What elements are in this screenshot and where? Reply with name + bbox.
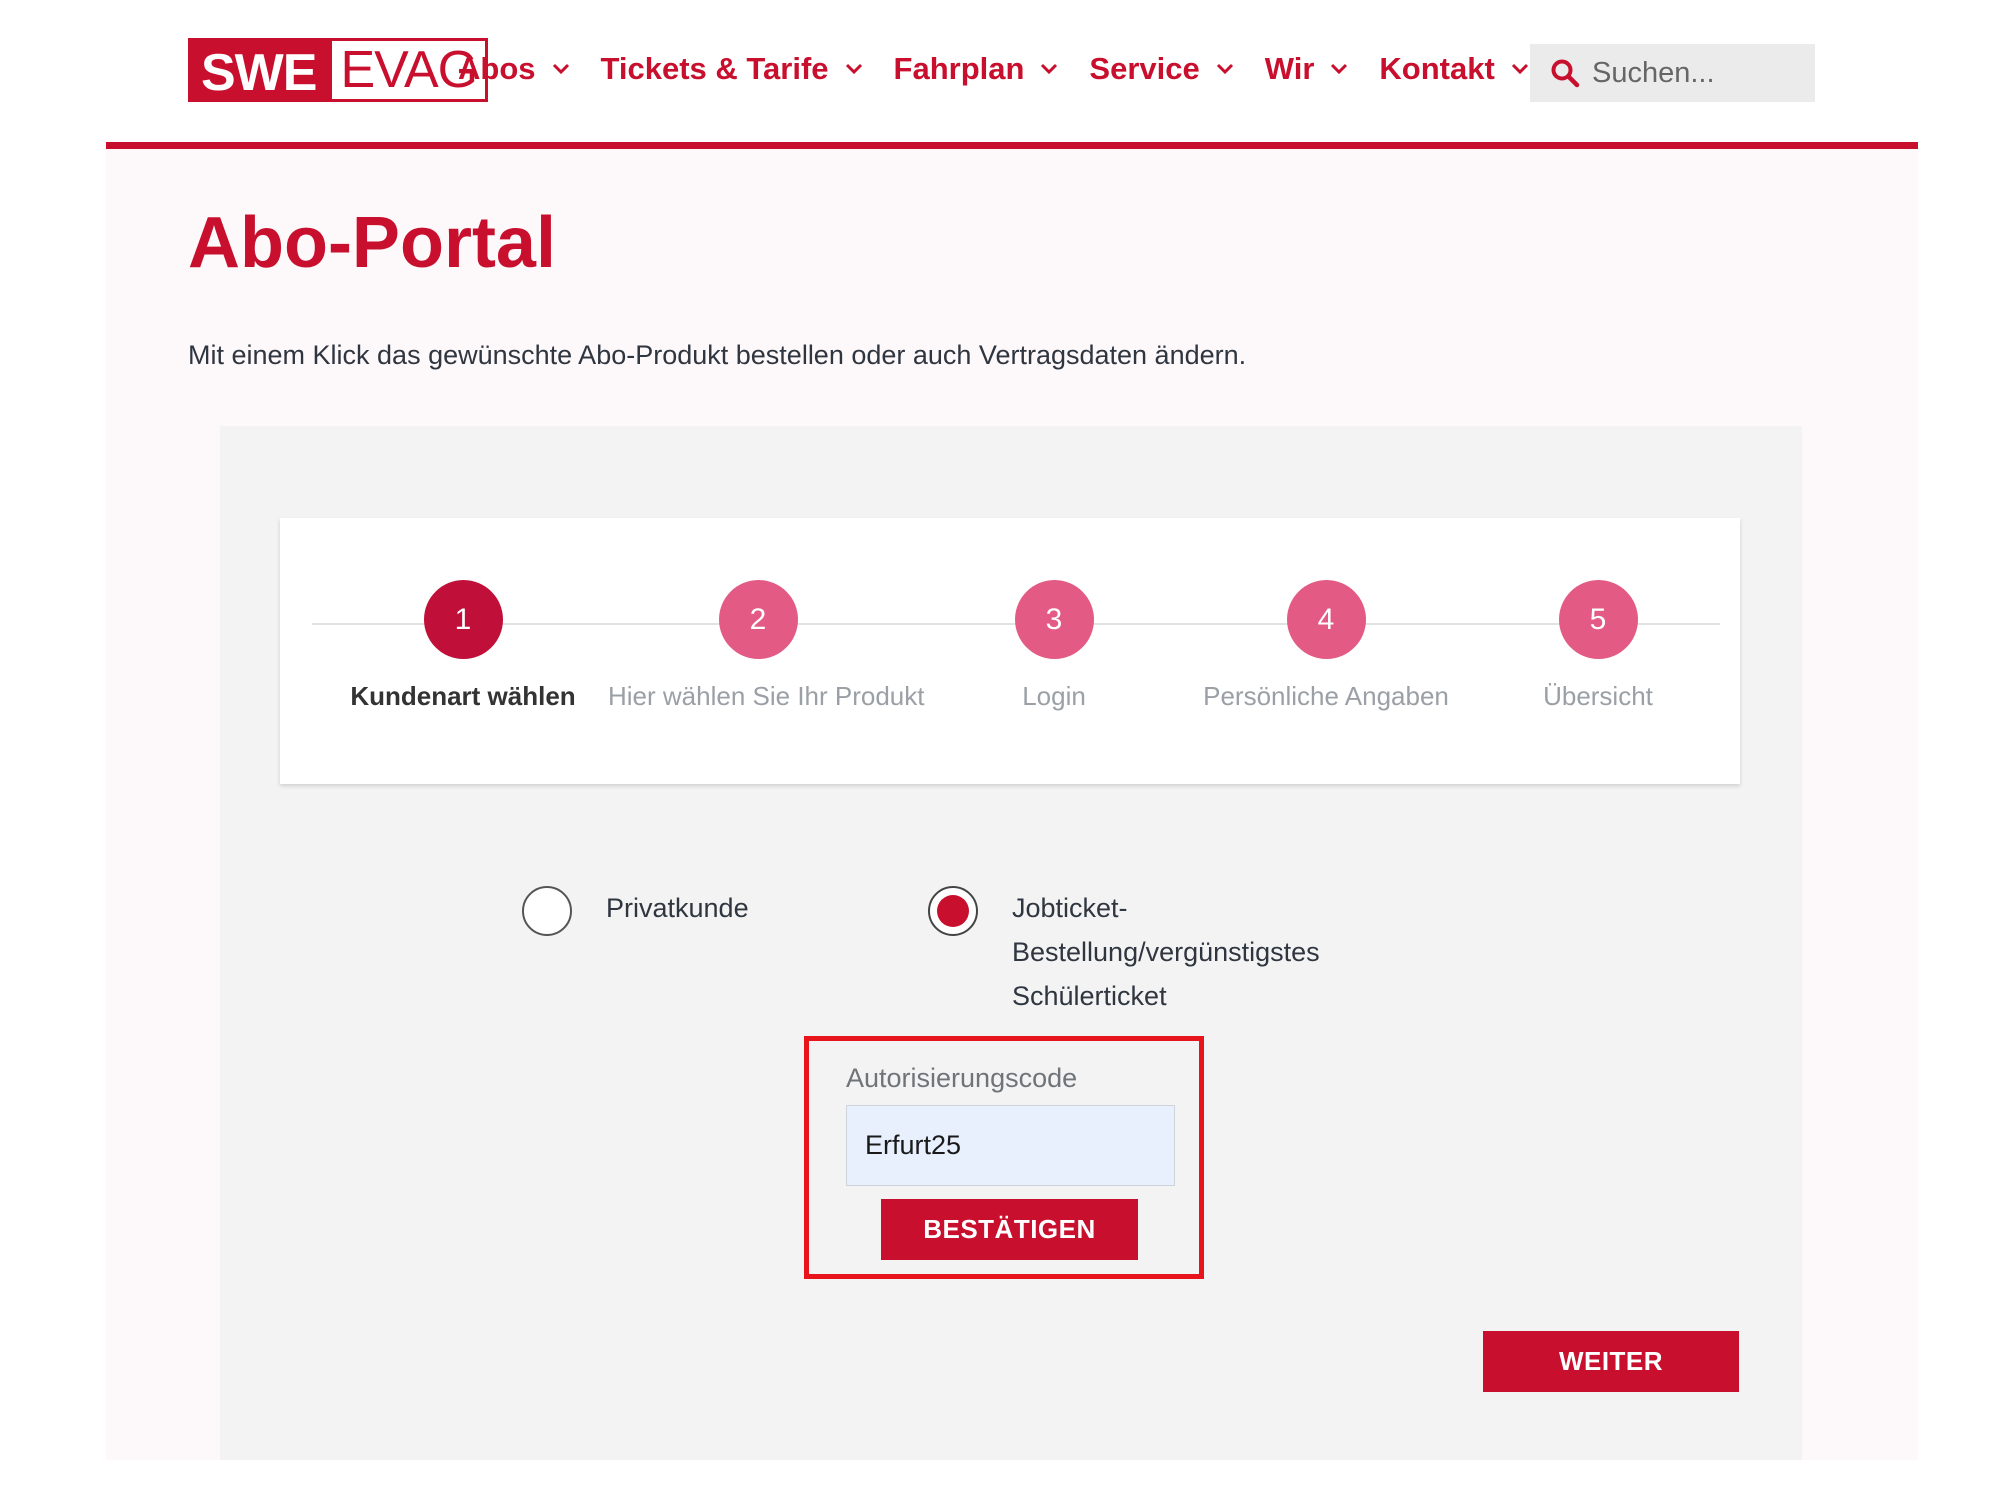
- nav-label: Kontakt: [1379, 51, 1495, 86]
- confirm-button[interactable]: BESTÄTIGEN: [881, 1199, 1138, 1260]
- radio-label: Jobticket- Bestellung/vergünstigstes Sch…: [1012, 886, 1320, 1018]
- nav-label: Abos: [458, 51, 536, 86]
- progress-stepper: 1 Kundenart wählen 2 Hier wählen Sie Ihr…: [280, 518, 1740, 784]
- step-label: Kundenart wählen: [350, 681, 576, 711]
- radio-label-line: Jobticket-: [1012, 893, 1128, 923]
- step-number[interactable]: 1: [423, 580, 503, 659]
- radio-button-checked[interactable]: [928, 886, 978, 936]
- step-1[interactable]: 1 Kundenart wählen: [313, 580, 613, 713]
- step-3[interactable]: 3 Login: [904, 580, 1204, 713]
- nav-item-wir[interactable]: Wir: [1265, 51, 1349, 87]
- step-label: Übersicht: [1543, 681, 1653, 711]
- nav-item-service[interactable]: Service: [1089, 51, 1233, 87]
- radio-label-line: Bestellung/vergünstigstes: [1012, 937, 1320, 967]
- nav-label: Wir: [1264, 51, 1315, 86]
- search-input[interactable]: [1592, 56, 1812, 90]
- next-button[interactable]: WEITER: [1483, 1331, 1739, 1392]
- radio-label: Privatkunde: [606, 893, 749, 923]
- nav-label: Tickets & Tarife: [600, 51, 829, 86]
- nav-label: Fahrplan: [893, 51, 1025, 86]
- chevron-down-icon: [552, 63, 570, 75]
- search-icon[interactable]: [1550, 58, 1580, 88]
- step-number[interactable]: 5: [1558, 580, 1638, 659]
- radio-button[interactable]: [522, 886, 572, 936]
- step-5[interactable]: 5 Übersicht: [1448, 580, 1748, 713]
- step-number[interactable]: 2: [718, 580, 798, 659]
- main-nav: Abos Tickets & Tarife Fahrplan Service W…: [458, 44, 1560, 94]
- nav-item-fahrplan[interactable]: Fahrplan: [894, 51, 1059, 87]
- chevron-down-icon: [1216, 63, 1234, 75]
- step-number[interactable]: 4: [1286, 580, 1366, 659]
- step-label: Hier wählen Sie Ihr Produkt: [608, 681, 925, 711]
- logo-swe: SWE: [188, 38, 330, 102]
- step-label: Login: [1022, 681, 1086, 711]
- nav-item-tickets-tarife[interactable]: Tickets & Tarife: [601, 51, 863, 87]
- nav-item-abos[interactable]: Abos: [458, 51, 570, 87]
- page-title: Abo-Portal: [188, 203, 556, 283]
- search-box[interactable]: [1530, 44, 1815, 102]
- step-number[interactable]: 3: [1014, 580, 1094, 659]
- auth-code-input[interactable]: [846, 1105, 1175, 1186]
- intro-text: Mit einem Klick das gewünschte Abo-Produ…: [188, 340, 1247, 370]
- nav-label: Service: [1089, 51, 1200, 86]
- auth-code-label: Autorisierungscode: [846, 1063, 1078, 1093]
- chevron-down-icon: [845, 63, 863, 75]
- chevron-down-icon: [1040, 63, 1058, 75]
- chevron-down-icon: [1511, 63, 1529, 75]
- radio-label-line: Schülerticket: [1012, 981, 1167, 1011]
- radio-privatkunde[interactable]: Privatkunde: [522, 886, 749, 936]
- step-4[interactable]: 4 Persönliche Angaben: [1176, 580, 1476, 713]
- header-divider: [106, 142, 1918, 149]
- nav-item-kontakt[interactable]: Kontakt: [1379, 51, 1528, 87]
- logo[interactable]: SWE EVAG: [188, 38, 489, 102]
- step-label: Persönliche Angaben: [1203, 681, 1449, 711]
- radio-jobticket[interactable]: Jobticket- Bestellung/vergünstigstes Sch…: [928, 886, 1320, 1018]
- step-2[interactable]: 2 Hier wählen Sie Ihr Produkt: [608, 580, 925, 713]
- chevron-down-icon: [1330, 63, 1348, 75]
